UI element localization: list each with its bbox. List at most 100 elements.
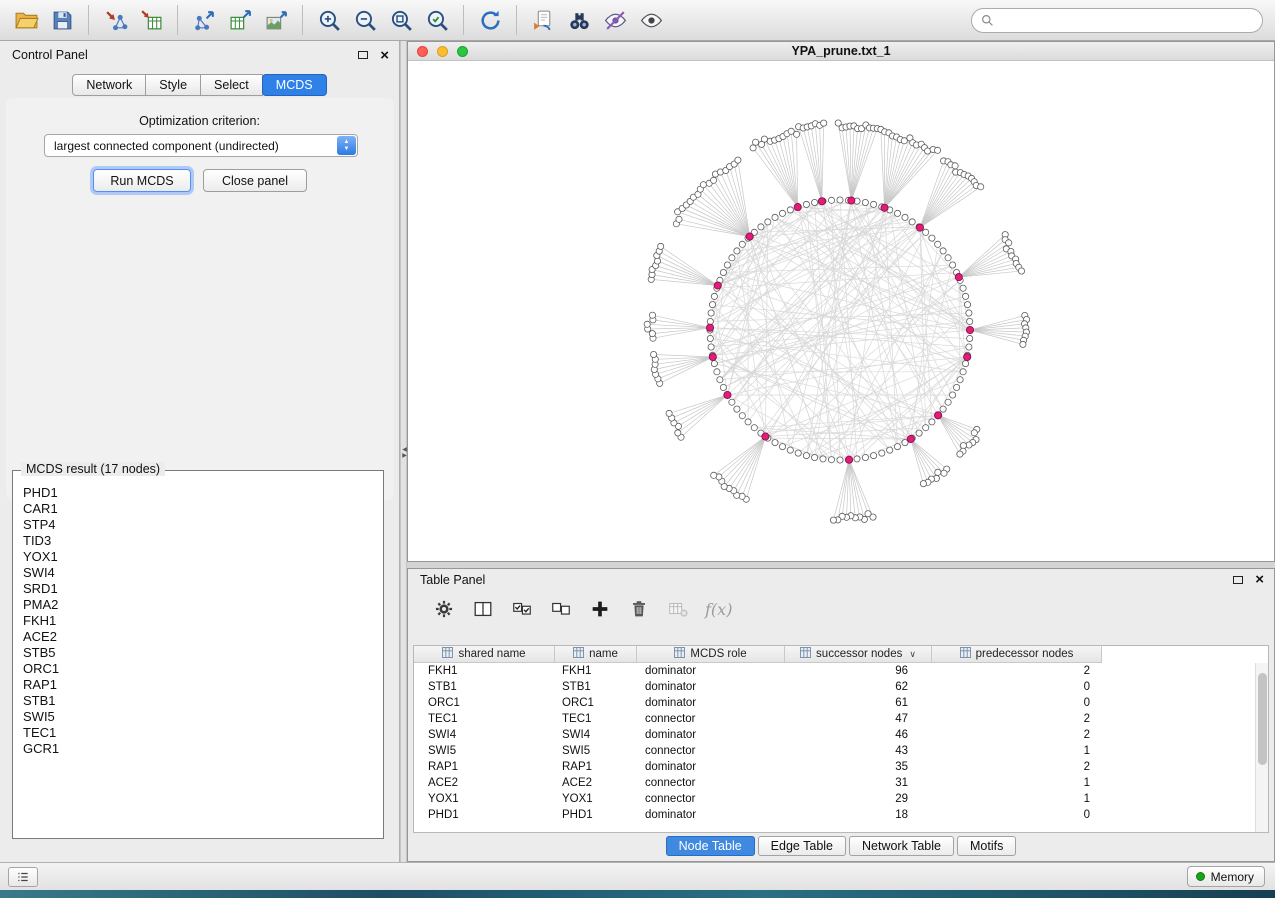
tab-node-table[interactable]: Node Table [666, 836, 755, 856]
result-node-item[interactable]: PHD1 [23, 485, 373, 501]
tab-network-table[interactable]: Network Table [849, 836, 954, 856]
network-canvas-svg[interactable] [408, 61, 1274, 561]
cell-name: TEC1 [555, 713, 637, 725]
refresh-button[interactable] [472, 4, 508, 36]
save-button[interactable] [44, 4, 80, 36]
float-window-icon[interactable] [358, 51, 368, 59]
table-row[interactable]: YOX1YOX1connector291 [414, 791, 1268, 807]
table-row[interactable]: PHD1PHD1dominator180 [414, 807, 1268, 823]
close-panel-button[interactable]: Close panel [203, 169, 307, 192]
column-header-label: MCDS role [690, 648, 746, 660]
cell-successor-nodes: 61 [785, 697, 932, 709]
result-node-item[interactable]: FKH1 [23, 613, 373, 629]
task-history-button[interactable] [8, 867, 38, 887]
result-node-item[interactable]: SWI4 [23, 565, 373, 581]
optimization-dropdown[interactable]: largest connected component (undirected)… [44, 134, 358, 157]
cell-predecessor-nodes: 0 [932, 809, 1102, 821]
import-network-button[interactable] [97, 4, 133, 36]
zoom-fit-icon [389, 8, 414, 33]
show-columns-button[interactable] [471, 597, 495, 621]
scrollbar-thumb[interactable] [1258, 673, 1267, 765]
result-node-item[interactable]: RAP1 [23, 677, 373, 693]
column-header-predecessor-nodes[interactable]: predecessor nodes [932, 646, 1102, 663]
network-snapshot-button[interactable] [525, 4, 561, 36]
close-panel-icon[interactable]: × [1255, 572, 1264, 587]
result-node-item[interactable]: STP4 [23, 517, 373, 533]
table-row[interactable]: ACE2ACE2connector311 [414, 775, 1268, 791]
column-header-mcds-role[interactable]: MCDS role [637, 646, 785, 663]
show-all-button[interactable] [633, 4, 669, 36]
hide-selected-button[interactable] [597, 4, 633, 36]
zoom-fit-button[interactable] [383, 4, 419, 36]
table-row[interactable]: SWI5SWI5connector431 [414, 743, 1268, 759]
close-panel-icon[interactable]: × [380, 48, 389, 63]
export-network-button[interactable] [186, 4, 222, 36]
cell-successor-nodes: 62 [785, 681, 932, 693]
zoom-out-button[interactable] [347, 4, 383, 36]
tab-motifs[interactable]: Motifs [957, 836, 1016, 856]
list-icon [15, 870, 31, 884]
deselect-all-button[interactable] [549, 597, 573, 621]
desktop-background [0, 890, 1275, 898]
column-header-name[interactable]: name [555, 646, 637, 663]
column-header-shared-name[interactable]: shared name [414, 646, 555, 663]
export-image-button[interactable] [258, 4, 294, 36]
export-network-icon [192, 8, 217, 33]
result-node-item[interactable]: STB1 [23, 693, 373, 709]
table-scrollbar[interactable] [1255, 663, 1268, 832]
cell-successor-nodes: 46 [785, 729, 932, 741]
export-table-button[interactable] [222, 4, 258, 36]
import-network-icon [103, 8, 128, 33]
result-node-item[interactable]: SRD1 [23, 581, 373, 597]
table-row[interactable]: SWI4SWI4dominator462 [414, 727, 1268, 743]
memory-button[interactable]: Memory [1187, 866, 1265, 887]
search-network-button[interactable] [561, 4, 597, 36]
result-node-item[interactable]: GCR1 [23, 741, 373, 757]
result-node-item[interactable]: TEC1 [23, 725, 373, 741]
cell-mcds-role: connector [637, 793, 785, 805]
add-column-button[interactable] [588, 597, 612, 621]
window-minimize-button[interactable] [437, 46, 448, 57]
function-builder-button: f(x) [705, 600, 732, 619]
zoom-selected-button[interactable] [419, 4, 455, 36]
table-settings-button[interactable] [432, 597, 456, 621]
open-button[interactable] [8, 4, 44, 36]
table-row[interactable]: ORC1ORC1dominator610 [414, 695, 1268, 711]
window-close-button[interactable] [417, 46, 428, 57]
float-window-icon[interactable] [1233, 576, 1243, 584]
tab-mcds[interactable]: MCDS [262, 74, 327, 96]
cell-mcds-role: dominator [637, 681, 785, 693]
result-node-item[interactable]: STB5 [23, 645, 373, 661]
result-node-item[interactable]: ORC1 [23, 661, 373, 677]
search-input[interactable] [1000, 14, 1253, 28]
zoom-in-button[interactable] [311, 4, 347, 36]
delete-table-icon [667, 598, 689, 620]
cell-predecessor-nodes: 0 [932, 697, 1102, 709]
vertical-splitter[interactable]: ◀▶ [400, 41, 407, 862]
result-node-item[interactable]: SWI5 [23, 709, 373, 725]
table-row[interactable]: TEC1TEC1connector472 [414, 711, 1268, 727]
select-all-button[interactable] [510, 597, 534, 621]
table-row[interactable]: STB1STB1dominator620 [414, 679, 1268, 695]
column-header-label: predecessor nodes [976, 648, 1074, 660]
result-node-item[interactable]: TID3 [23, 533, 373, 549]
result-node-item[interactable]: PMA2 [23, 597, 373, 613]
tab-network[interactable]: Network [72, 74, 146, 96]
result-node-item[interactable]: ACE2 [23, 629, 373, 645]
network-window-title: YPA_prune.txt_1 [791, 44, 890, 58]
tab-select[interactable]: Select [200, 74, 263, 96]
table-toolbar: f(x) [408, 590, 1274, 628]
window-zoom-button[interactable] [457, 46, 468, 57]
table-row[interactable]: FKH1FKH1dominator962 [414, 663, 1268, 679]
run-mcds-button[interactable]: Run MCDS [93, 169, 191, 192]
delete-column-button[interactable] [627, 597, 651, 621]
tab-edge-table[interactable]: Edge Table [758, 836, 846, 856]
dropdown-selected-value: largest connected component (undirected) [54, 139, 279, 153]
import-table-button[interactable] [133, 4, 169, 36]
cell-mcds-role: connector [637, 745, 785, 757]
tab-style[interactable]: Style [145, 74, 201, 96]
table-row[interactable]: RAP1RAP1dominator352 [414, 759, 1268, 775]
result-node-item[interactable]: CAR1 [23, 501, 373, 517]
column-header-successor-nodes[interactable]: successor nodes∨ [785, 646, 932, 663]
result-node-item[interactable]: YOX1 [23, 549, 373, 565]
